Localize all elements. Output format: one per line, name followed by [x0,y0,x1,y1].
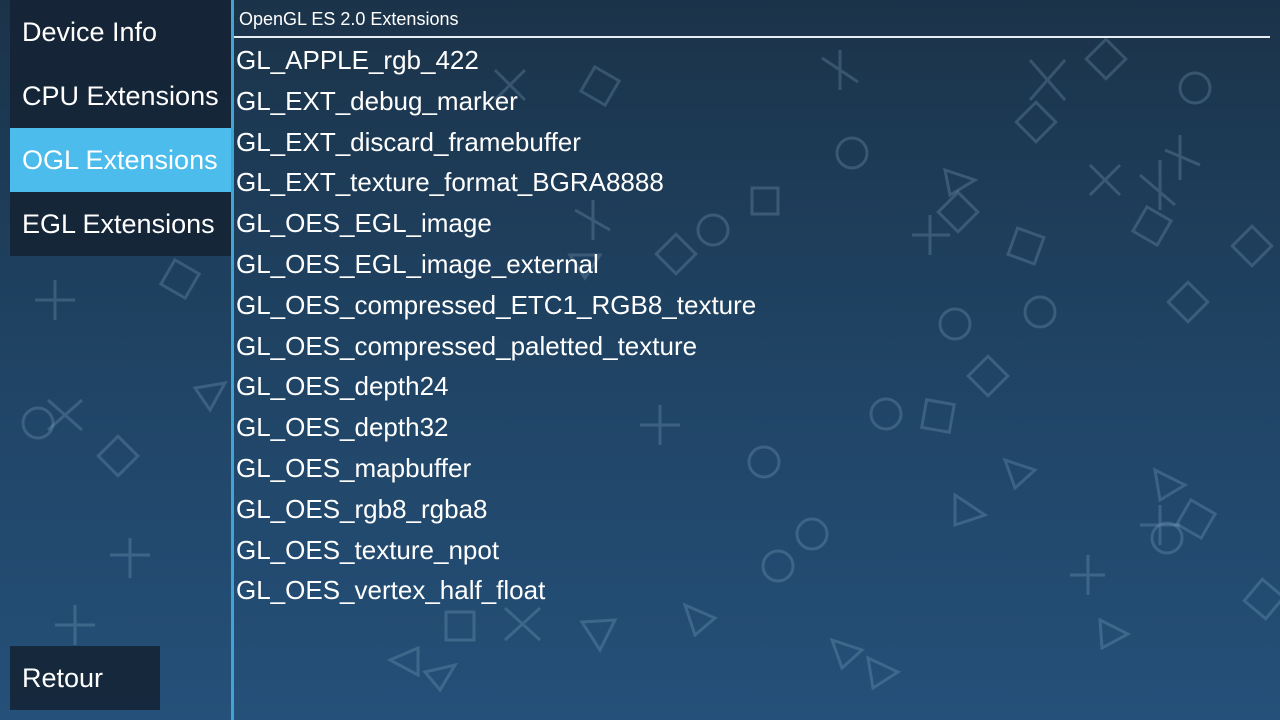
extension-item[interactable]: GL_OES_depth24 [234,366,756,407]
sidebar: Device Info CPU Extensions OGL Extension… [0,0,231,720]
main-content: OpenGL ES 2.0 Extensions GL_APPLE_rgb_42… [234,0,1270,720]
sidebar-item-device-info[interactable]: Device Info [10,0,231,64]
extension-item[interactable]: GL_OES_texture_npot [234,530,756,571]
extension-item[interactable]: GL_OES_EGL_image_external [234,244,756,285]
extension-item[interactable]: GL_OES_EGL_image [234,203,756,244]
section-header: OpenGL ES 2.0 Extensions [234,0,1270,38]
extension-item[interactable]: GL_OES_compressed_ETC1_RGB8_texture [234,285,756,326]
extension-item[interactable]: GL_APPLE_rgb_422 [234,40,756,81]
sidebar-item-ogl-extensions[interactable]: OGL Extensions [10,128,231,192]
extension-item[interactable]: GL_OES_rgb8_rgba8 [234,489,756,530]
extension-item[interactable]: GL_OES_depth32 [234,407,756,448]
extension-item[interactable]: GL_OES_vertex_half_float [234,570,756,611]
extension-item[interactable]: GL_EXT_debug_marker [234,81,756,122]
extension-item[interactable]: GL_EXT_texture_format_BGRA8888 [234,162,756,203]
extension-list: GL_APPLE_rgb_422 GL_EXT_debug_marker GL_… [234,40,756,611]
extension-item[interactable]: GL_EXT_discard_framebuffer [234,122,756,163]
sidebar-item-cpu-extensions[interactable]: CPU Extensions [10,64,231,128]
extension-item[interactable]: GL_OES_compressed_paletted_texture [234,326,756,367]
sidebar-item-egl-extensions[interactable]: EGL Extensions [10,192,231,256]
back-button[interactable]: Retour [10,646,160,710]
extension-item[interactable]: GL_OES_mapbuffer [234,448,756,489]
